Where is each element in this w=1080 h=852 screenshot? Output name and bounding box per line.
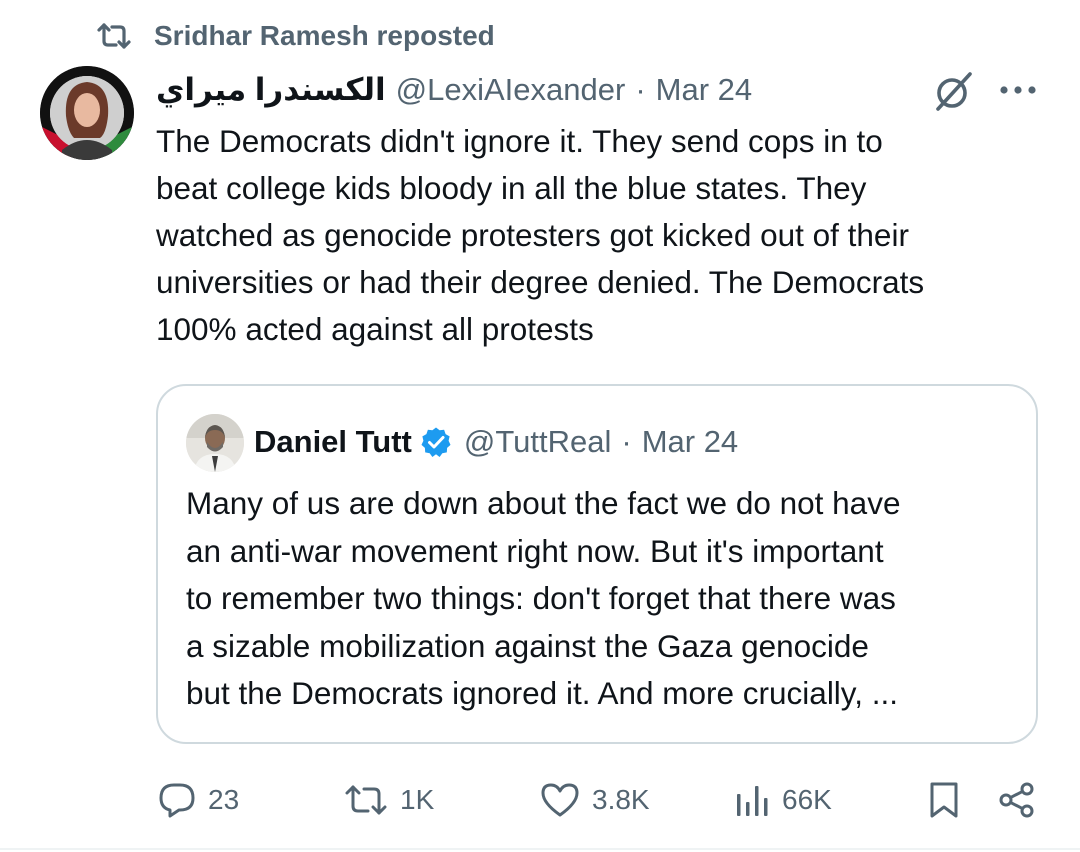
divider (0, 848, 1080, 850)
repost-count: 1K (400, 784, 435, 815)
bookmark-button[interactable] (928, 772, 960, 828)
repost-icon (96, 22, 132, 50)
repost-button[interactable]: 1K (344, 772, 434, 828)
share-button[interactable] (998, 772, 1036, 828)
quote-author-name[interactable]: Daniel Tutt (254, 424, 412, 460)
repost-action-icon (344, 784, 388, 816)
quoted-post-card[interactable]: Daniel Tutt @TuttReal · Mar 24 Many of u… (156, 384, 1038, 744)
quote-header: Daniel Tutt @TuttReal · Mar 24 (254, 418, 738, 466)
reply-count: 23 (208, 784, 240, 815)
author-avatar[interactable] (40, 66, 134, 160)
author-name[interactable]: الكسندرا ميراي (156, 72, 386, 108)
reply-button[interactable]: 23 (158, 772, 239, 828)
quote-date[interactable]: Mar 24 (642, 424, 738, 460)
share-icon (998, 781, 1036, 819)
quote-separator-dot: · (621, 424, 632, 459)
quote-author-handle[interactable]: @TuttReal (464, 424, 611, 460)
author-handle[interactable]: @LexiAIexander (396, 72, 626, 108)
bookmark-icon (928, 781, 960, 819)
separator-dot: · (635, 72, 646, 107)
quote-text: Many of us are down about the fact we do… (186, 485, 901, 711)
post-text: The Democrats didn't ignore it. They sen… (156, 123, 925, 347)
grok-icon (936, 72, 972, 111)
repost-indicator[interactable]: Sridhar Ramesh reposted (96, 16, 495, 56)
more-icon (1000, 86, 1036, 94)
repost-label: Sridhar Ramesh reposted (154, 20, 495, 51)
post-view: Sridhar Ramesh reposted الكسندرا ميراي @… (0, 0, 1080, 852)
quote-author-avatar[interactable] (186, 414, 244, 472)
like-button[interactable]: 3.8K (540, 772, 650, 828)
like-icon (540, 782, 580, 818)
views-icon (734, 782, 770, 818)
more-options-button[interactable] (996, 70, 1040, 110)
post-date[interactable]: Mar 24 (656, 72, 752, 108)
action-bar: 23 1K 3.8K 66K (0, 772, 1080, 828)
post-header: الكسندرا ميراي @LexiAIexander · Mar 24 (156, 66, 752, 114)
like-count: 3.8K (592, 784, 650, 815)
views-count: 66K (782, 784, 832, 815)
views-button[interactable]: 66K (734, 772, 832, 828)
reply-icon (158, 782, 196, 818)
grok-button[interactable] (930, 68, 976, 114)
verified-badge-icon (420, 426, 452, 458)
